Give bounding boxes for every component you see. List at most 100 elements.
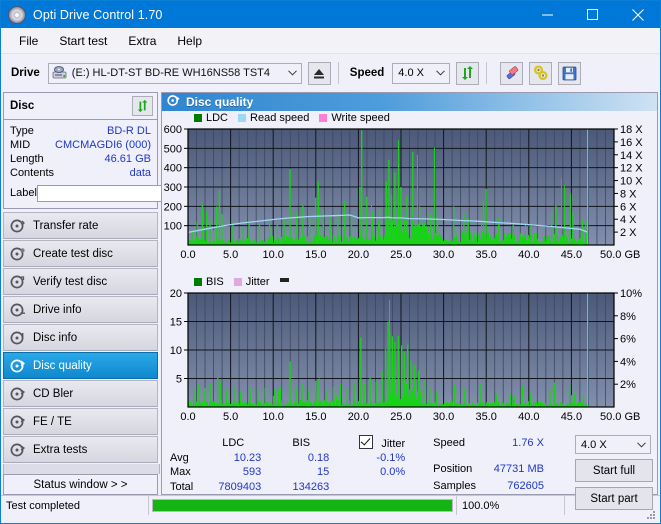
stat-row-label-avg: Avg — [170, 451, 189, 464]
disc-quality-panel: Disc quality LDC Read speed Write speed … — [161, 92, 658, 510]
drive-select[interactable]: (E:) HL-DT-ST BD-RE WH16NS58 TST4 — [47, 62, 302, 84]
progress-cell — [149, 496, 457, 515]
sidebar-item-extra-tests[interactable]: Extra tests — [3, 436, 158, 463]
sidebar: Disc Type BD-R DL MID CMCMAGDI6 (000) Le… — [1, 92, 240, 495]
disc-type-label: Type — [10, 125, 34, 137]
svg-text:12 X: 12 X — [620, 163, 643, 175]
legend-label-read-speed: Read speed — [250, 112, 310, 124]
legend-label-ldc: LDC — [206, 112, 229, 124]
disc-row-mid: MID CMCMAGDI6 (000) — [10, 138, 151, 152]
save-button[interactable] — [558, 61, 582, 85]
svg-text:30.0: 30.0 — [433, 411, 454, 423]
start-full-button[interactable]: Start full — [575, 459, 653, 482]
svg-text:500: 500 — [164, 143, 182, 155]
speed-select[interactable]: 4.0 X — [392, 62, 451, 84]
disc-panel-title: Disc — [10, 100, 35, 112]
sidebar-spacer — [3, 464, 160, 474]
svg-text:10: 10 — [170, 345, 182, 357]
chevron-down-icon[interactable] — [432, 64, 449, 83]
svg-text:30.0: 30.0 — [433, 249, 454, 261]
svg-text:4%: 4% — [620, 356, 636, 368]
svg-text:15.0: 15.0 — [305, 411, 326, 423]
menu-help[interactable]: Help — [168, 31, 211, 51]
sidebar-item-drive-info[interactable]: Drive info — [3, 296, 158, 323]
test-speed-select[interactable]: 4.0 X — [575, 435, 651, 454]
run-samples-label: Samples — [433, 479, 476, 492]
bottom-chart-bis-jitter[interactable]: 5 10 15 20 2% 4% 6% 8% 10% 0.0 5.0 10.0 15.0 20.0 25.0… — [162, 289, 656, 431]
stat-max-ldc: 593 — [242, 466, 262, 479]
top-chart-ldc-readspeed[interactable]: 100 200 300 400 500 600 2 X4 X6 X8 X10 X12 X14… — [162, 125, 656, 273]
resize-grip-icon[interactable] — [645, 509, 657, 521]
sidebar-label: Verify test disc — [33, 275, 108, 288]
top-chart-legend: LDC Read speed Write speed — [162, 111, 657, 125]
menu-extra[interactable]: Extra — [119, 31, 165, 51]
sidebar-label: Disc quality — [33, 359, 92, 372]
application-window: Opti Drive Control 1.70 File Start test … — [0, 0, 661, 524]
run-info-row-speed: Speed 1.76 X — [429, 435, 550, 452]
toolbar-divider-1 — [337, 62, 339, 84]
jitter-toggle-cell[interactable]: Jitter — [335, 435, 411, 451]
chevron-down-icon[interactable] — [284, 64, 301, 83]
stat-row-label-total: Total — [170, 480, 194, 493]
svg-text:14 X: 14 X — [620, 150, 643, 162]
disc-properties: Type BD-R DL MID CMCMAGDI6 (000) Length … — [4, 120, 240, 208]
svg-text:50.0 GB: 50.0 GB — [600, 411, 640, 423]
title-bar: Opti Drive Control 1.70 — [1, 1, 660, 28]
close-icon[interactable] — [615, 1, 660, 28]
menu-bar: File Start test Extra Help — [1, 28, 660, 54]
svg-text:45.0: 45.0 — [561, 249, 582, 261]
status-window-button[interactable]: Status window > > — [3, 474, 158, 495]
eject-button[interactable] — [307, 61, 331, 85]
sidebar-item-disc-info[interactable]: Disc info — [3, 324, 158, 351]
disc-label-row: Label — [10, 183, 240, 203]
sidebar-item-transfer-rate[interactable]: Transfer rate — [3, 212, 158, 239]
run-position-value: 47731 MB — [493, 463, 544, 476]
refresh-button[interactable] — [456, 61, 480, 85]
stat-total-ldc: 7809403 — [218, 480, 262, 493]
svg-text:400: 400 — [164, 163, 182, 175]
sidebar-item-fe-te[interactable]: FE / TE — [3, 408, 158, 435]
tools-button[interactable] — [529, 61, 553, 85]
progress-bar — [152, 499, 453, 512]
svg-text:20: 20 — [170, 289, 182, 300]
minimize-icon[interactable] — [525, 1, 570, 28]
erase-button[interactable] — [500, 61, 524, 85]
disc-quality-icon — [167, 94, 180, 110]
stat-avg-jitter: -0.1% — [376, 451, 406, 464]
maximize-icon[interactable] — [570, 1, 615, 28]
run-speed-value: 1.76 X — [512, 437, 544, 450]
table-row: Avg 10.23 0.18 -0.1% — [166, 451, 411, 465]
jitter-checkbox[interactable] — [359, 435, 374, 450]
run-samples-value: 762605 — [507, 479, 544, 492]
progress-fill — [153, 500, 452, 511]
sidebar-label: CD Bler — [33, 387, 74, 400]
legend-label-jitter: Jitter — [245, 276, 270, 288]
stat-corner — [166, 435, 199, 451]
svg-text:6%: 6% — [620, 334, 636, 346]
chevron-down-icon[interactable] — [633, 435, 650, 454]
progress-percent-text: 100.0% — [462, 499, 500, 512]
disc-panel: Disc Type BD-R DL MID CMCMAGDI6 (000) Le… — [3, 92, 240, 209]
svg-text:8 X: 8 X — [620, 188, 637, 200]
svg-text:6 X: 6 X — [620, 201, 637, 213]
start-part-button[interactable]: Start part — [575, 487, 653, 510]
run-speed-label: Speed — [433, 437, 465, 450]
window-controls — [525, 1, 660, 28]
sidebar-item-create-test-disc[interactable]: Create test disc — [3, 240, 158, 267]
disc-drive-icon — [10, 302, 26, 318]
panel-title: Disc quality — [186, 95, 254, 109]
disc-contents-value: data — [129, 167, 151, 179]
sidebar-item-disc-quality[interactable]: Disc quality — [3, 352, 158, 379]
svg-text:25.0: 25.0 — [390, 249, 411, 261]
disc-quality-icon — [10, 358, 26, 374]
bottom-chart-legend: BIS Jitter — [162, 275, 657, 289]
disc-refresh-button[interactable] — [132, 96, 153, 116]
run-info-table: Speed 1.76 X Position 47731 MB Samples 7… — [429, 435, 550, 494]
menu-file[interactable]: File — [10, 31, 47, 51]
sidebar-item-verify-test-disc[interactable]: Verify test disc — [3, 268, 158, 295]
disc-label-label: Label — [10, 187, 37, 199]
svg-text:35.0: 35.0 — [475, 411, 496, 423]
sidebar-item-cd-bler[interactable]: CD Bler — [3, 380, 158, 407]
disc-length-value: 46.61 GB — [104, 153, 151, 165]
menu-start-test[interactable]: Start test — [50, 31, 116, 51]
